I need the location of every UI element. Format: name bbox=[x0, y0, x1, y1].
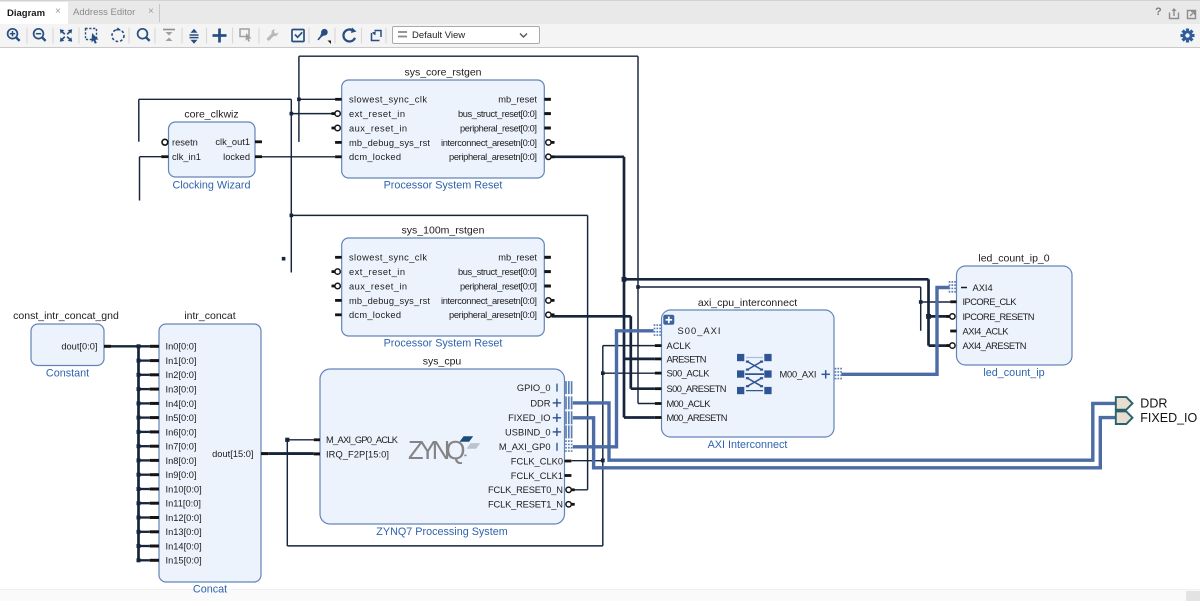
svg-text:clk_in1: clk_in1 bbox=[172, 152, 201, 162]
svg-text:FCLK_RESET1_N: FCLK_RESET1_N bbox=[488, 500, 563, 510]
svg-text:In0[0:0]: In0[0:0] bbox=[166, 342, 197, 352]
svg-text:M_AXI_GP0_ACLK: M_AXI_GP0_ACLK bbox=[326, 435, 399, 445]
svg-text:IPCORE_RESETN: IPCORE_RESETN bbox=[963, 312, 1035, 322]
svg-text:ZYNQ: ZYNQ bbox=[408, 437, 466, 465]
svg-text:FCLK_RESET0_N: FCLK_RESET0_N bbox=[488, 485, 563, 495]
svg-text:In10[0:0]: In10[0:0] bbox=[166, 484, 202, 494]
svg-text:sys_core_rstgen: sys_core_rstgen bbox=[404, 67, 481, 79]
svg-text:ext_reset_in: ext_reset_in bbox=[349, 109, 405, 119]
svg-text:slowest_sync_clk: slowest_sync_clk bbox=[349, 253, 427, 263]
svg-text:M00_ACLK: M00_ACLK bbox=[667, 399, 712, 409]
svg-text:clk_out1: clk_out1 bbox=[215, 137, 250, 147]
svg-text:Clocking Wizard: Clocking Wizard bbox=[173, 180, 251, 192]
svg-text:ACLK: ACLK bbox=[667, 341, 692, 351]
svg-text:In6[0:0]: In6[0:0] bbox=[166, 427, 197, 437]
svg-text:resetn: resetn bbox=[172, 138, 198, 148]
svg-text:In2[0:0]: In2[0:0] bbox=[166, 370, 197, 380]
svg-text:In9[0:0]: In9[0:0] bbox=[166, 470, 197, 480]
svg-text:sys_cpu: sys_cpu bbox=[423, 356, 462, 368]
svg-text:axi_cpu_interconnect: axi_cpu_interconnect bbox=[698, 297, 797, 309]
svg-text:IRQ_F2P[15:0]: IRQ_F2P[15:0] bbox=[326, 449, 389, 459]
svg-text:M00_AXI: M00_AXI bbox=[780, 370, 817, 380]
svg-text:In14[0:0]: In14[0:0] bbox=[166, 541, 202, 551]
svg-text:AXI4_ARESETN: AXI4_ARESETN bbox=[963, 341, 1027, 351]
svg-text:Concat: Concat bbox=[193, 584, 227, 596]
svg-text:GPIO_0: GPIO_0 bbox=[517, 383, 551, 393]
svg-text:DDR: DDR bbox=[530, 398, 550, 408]
svg-text:led_count_ip_0: led_count_ip_0 bbox=[978, 253, 1049, 265]
svg-text:dcm_locked: dcm_locked bbox=[349, 310, 401, 320]
svg-text:bus_struct_reset[0:0]: bus_struct_reset[0:0] bbox=[458, 267, 537, 277]
svg-text:mb_debug_sys_rst: mb_debug_sys_rst bbox=[349, 296, 430, 306]
svg-text:intr_concat: intr_concat bbox=[184, 310, 235, 322]
svg-text:peripheral_reset[0:0]: peripheral_reset[0:0] bbox=[460, 123, 537, 133]
svg-text:M00_ARESETN: M00_ARESETN bbox=[667, 413, 728, 423]
svg-text:FIXED_IO: FIXED_IO bbox=[1140, 411, 1197, 425]
svg-text:In8[0:0]: In8[0:0] bbox=[166, 456, 197, 466]
svg-text:In7[0:0]: In7[0:0] bbox=[166, 442, 197, 452]
svg-text:aux_reset_in: aux_reset_in bbox=[349, 123, 407, 133]
svg-text:Processor System Reset: Processor System Reset bbox=[384, 180, 503, 192]
svg-text:Constant: Constant bbox=[46, 368, 89, 380]
svg-text:const_intr_concat_gnd: const_intr_concat_gnd bbox=[13, 310, 119, 322]
svg-text:FCLK_CLK0: FCLK_CLK0 bbox=[511, 456, 563, 466]
svg-text:led_count_ip: led_count_ip bbox=[983, 367, 1044, 379]
svg-text:interconnect_aresetn[0:0]: interconnect_aresetn[0:0] bbox=[441, 296, 537, 306]
svg-text:In11[0:0]: In11[0:0] bbox=[166, 499, 202, 509]
svg-text:peripheral_aresetn[0:0]: peripheral_aresetn[0:0] bbox=[449, 152, 537, 162]
svg-text:core_clkwiz: core_clkwiz bbox=[184, 109, 238, 121]
svg-text:In12[0:0]: In12[0:0] bbox=[166, 513, 202, 523]
svg-text:dout[0:0]: dout[0:0] bbox=[61, 342, 97, 352]
svg-text:slowest_sync_clk: slowest_sync_clk bbox=[349, 95, 427, 105]
svg-text:aux_reset_in: aux_reset_in bbox=[349, 281, 407, 291]
svg-text:mb_reset: mb_reset bbox=[498, 95, 537, 105]
svg-text:bus_struct_reset[0:0]: bus_struct_reset[0:0] bbox=[458, 109, 537, 119]
svg-text:In15[0:0]: In15[0:0] bbox=[166, 556, 202, 566]
svg-text:FCLK_CLK1: FCLK_CLK1 bbox=[511, 471, 563, 481]
svg-text:ARESETN: ARESETN bbox=[667, 354, 707, 364]
svg-text:AXI4: AXI4 bbox=[973, 283, 993, 293]
svg-text:interconnect_aresetn[0:0]: interconnect_aresetn[0:0] bbox=[441, 138, 537, 148]
svg-text:mb_reset: mb_reset bbox=[498, 253, 537, 263]
svg-text:AXI4_ACLK: AXI4_ACLK bbox=[963, 326, 1010, 336]
svg-text:Processor System Reset: Processor System Reset bbox=[384, 338, 503, 350]
svg-text:USBIND_0: USBIND_0 bbox=[505, 427, 550, 437]
svg-text:S00_AXI: S00_AXI bbox=[678, 326, 721, 336]
svg-text:In1[0:0]: In1[0:0] bbox=[166, 356, 197, 366]
svg-text:dout[15:0]: dout[15:0] bbox=[212, 449, 253, 459]
svg-text:S00_ACLK: S00_ACLK bbox=[667, 369, 711, 379]
svg-text:FIXED_IO: FIXED_IO bbox=[508, 413, 550, 423]
svg-text:In13[0:0]: In13[0:0] bbox=[166, 527, 202, 537]
svg-text:DDR: DDR bbox=[1140, 397, 1167, 411]
svg-text:IPCORE_CLK: IPCORE_CLK bbox=[963, 297, 1018, 307]
svg-text:In4[0:0]: In4[0:0] bbox=[166, 399, 197, 409]
svg-text:M_AXI_GP0: M_AXI_GP0 bbox=[499, 442, 551, 452]
svg-text:locked: locked bbox=[223, 152, 250, 162]
svg-text:peripheral_reset[0:0]: peripheral_reset[0:0] bbox=[460, 281, 537, 291]
svg-text:peripheral_aresetn[0:0]: peripheral_aresetn[0:0] bbox=[449, 310, 537, 320]
svg-text:ZYNQ7 Processing System: ZYNQ7 Processing System bbox=[376, 526, 507, 538]
svg-text:AXI Interconnect: AXI Interconnect bbox=[708, 439, 788, 451]
svg-text:ext_reset_in: ext_reset_in bbox=[349, 267, 405, 277]
svg-text:dcm_locked: dcm_locked bbox=[349, 152, 401, 162]
svg-text:In3[0:0]: In3[0:0] bbox=[166, 385, 197, 395]
svg-text:sys_100m_rstgen: sys_100m_rstgen bbox=[402, 225, 485, 237]
svg-text:In5[0:0]: In5[0:0] bbox=[166, 413, 197, 423]
svg-text:mb_debug_sys_rst: mb_debug_sys_rst bbox=[349, 138, 430, 148]
svg-text:S00_ARESETN: S00_ARESETN bbox=[667, 384, 727, 394]
